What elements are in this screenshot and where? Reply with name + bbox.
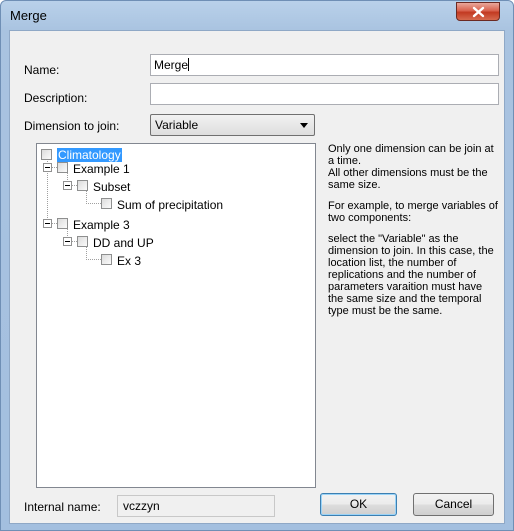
text-caret [188, 58, 190, 71]
collapse-icon[interactable] [43, 163, 52, 172]
dialog-body: Name: Merge Description: Dimension to jo… [9, 30, 505, 524]
tree-item-label: DD and UP [93, 236, 154, 250]
help-paragraph-2: For example, to merge variables of two c… [328, 200, 498, 224]
tree-checkbox[interactable] [77, 180, 88, 191]
close-icon [472, 6, 485, 18]
ok-button[interactable]: OK [320, 493, 397, 516]
tree-item-label: Example 1 [73, 162, 130, 176]
help-paragraph-1: Only one dimension can be join at a time… [328, 143, 494, 191]
collapse-icon[interactable] [63, 237, 72, 246]
tree-item-label: Sum of precipitation [117, 198, 224, 212]
title-bar[interactable]: Merge [1, 1, 513, 29]
collapse-icon[interactable] [43, 219, 52, 228]
tree-checkbox[interactable] [57, 162, 68, 173]
description-label: Description: [24, 91, 88, 105]
tree-item-label: Ex 3 [117, 254, 142, 268]
help-paragraph-3: select the "Variable" as the dimension t… [328, 233, 494, 317]
tree-checkbox[interactable] [101, 198, 112, 209]
component-tree[interactable]: Climatology Example 1 Subset Sum of prec… [36, 143, 316, 488]
internal-name-label: Internal name: [24, 500, 101, 514]
tree-checkbox[interactable] [57, 218, 68, 229]
merge-dialog: Merge Name: Merge Description: Dimension… [0, 0, 514, 531]
close-button[interactable] [456, 2, 500, 21]
name-label: Name: [24, 63, 60, 77]
tree-connector [86, 259, 101, 260]
tree-item-label: Climatology [57, 148, 122, 162]
tree-item-label: Subset [93, 180, 131, 194]
name-value: Merge [154, 58, 189, 72]
dimension-label: Dimension to join: [24, 119, 120, 133]
description-field[interactable] [150, 83, 499, 105]
tree-checkbox[interactable] [101, 254, 112, 265]
tree-connector [86, 203, 101, 204]
dimension-selected-value: Variable [155, 118, 199, 132]
collapse-icon[interactable] [63, 181, 72, 190]
internal-name-field: vczzyn [117, 495, 275, 517]
tree-checkbox[interactable] [77, 236, 88, 247]
name-field[interactable]: Merge [150, 54, 499, 76]
cancel-button[interactable]: Cancel [413, 493, 494, 516]
tree-item-label: Example 3 [73, 218, 130, 232]
dimension-select[interactable]: Variable [150, 114, 315, 136]
help-text: Only one dimension can be join at a time… [328, 143, 500, 326]
window-title: Merge [10, 8, 47, 23]
tree-checkbox[interactable] [41, 149, 52, 160]
chevron-down-icon [300, 123, 308, 128]
